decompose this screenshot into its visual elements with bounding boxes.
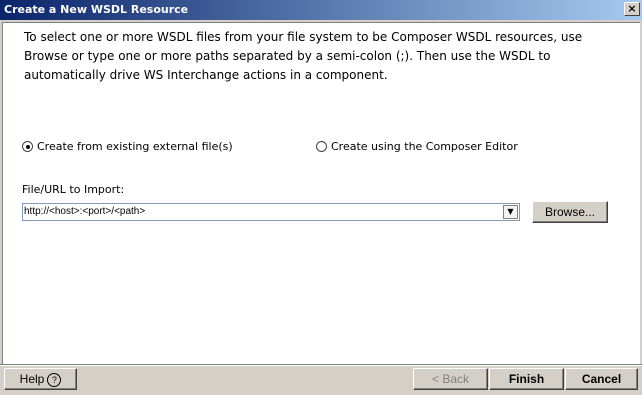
cancel-button[interactable]: Cancel bbox=[565, 368, 638, 390]
title-bar: Create a New WSDL Resource × bbox=[0, 0, 642, 20]
browse-button[interactable]: Browse... bbox=[532, 201, 608, 223]
footer-separator bbox=[0, 364, 642, 366]
finish-button[interactable]: Finish bbox=[489, 368, 564, 390]
close-button[interactable]: × bbox=[624, 2, 640, 16]
radio-composer-editor-label: Create using the Composer Editor bbox=[331, 140, 518, 153]
help-button[interactable]: Help? bbox=[4, 368, 77, 390]
radio-existing-file-label: Create from existing external file(s) bbox=[37, 140, 233, 153]
window-title: Create a New WSDL Resource bbox=[4, 3, 189, 16]
radio-existing-file[interactable]: Create from existing external file(s) bbox=[22, 140, 233, 153]
chevron-down-icon[interactable]: ▼ bbox=[503, 205, 518, 219]
file-url-value[interactable]: http://<host>:<port>/<path> bbox=[24, 206, 145, 217]
file-url-combobox[interactable]: http://<host>:<port>/<path> ▼ bbox=[22, 203, 520, 221]
radio-button-unselected[interactable] bbox=[316, 141, 327, 152]
file-url-label: File/URL to Import: bbox=[22, 183, 125, 196]
intro-text: To select one or more WSDL files from yo… bbox=[24, 30, 583, 82]
radio-composer-editor[interactable]: Create using the Composer Editor bbox=[316, 140, 518, 153]
back-button[interactable]: < Back bbox=[413, 368, 488, 390]
help-icon: ? bbox=[47, 372, 62, 387]
radio-button-selected[interactable] bbox=[22, 141, 33, 152]
help-label: Help bbox=[19, 372, 45, 386]
